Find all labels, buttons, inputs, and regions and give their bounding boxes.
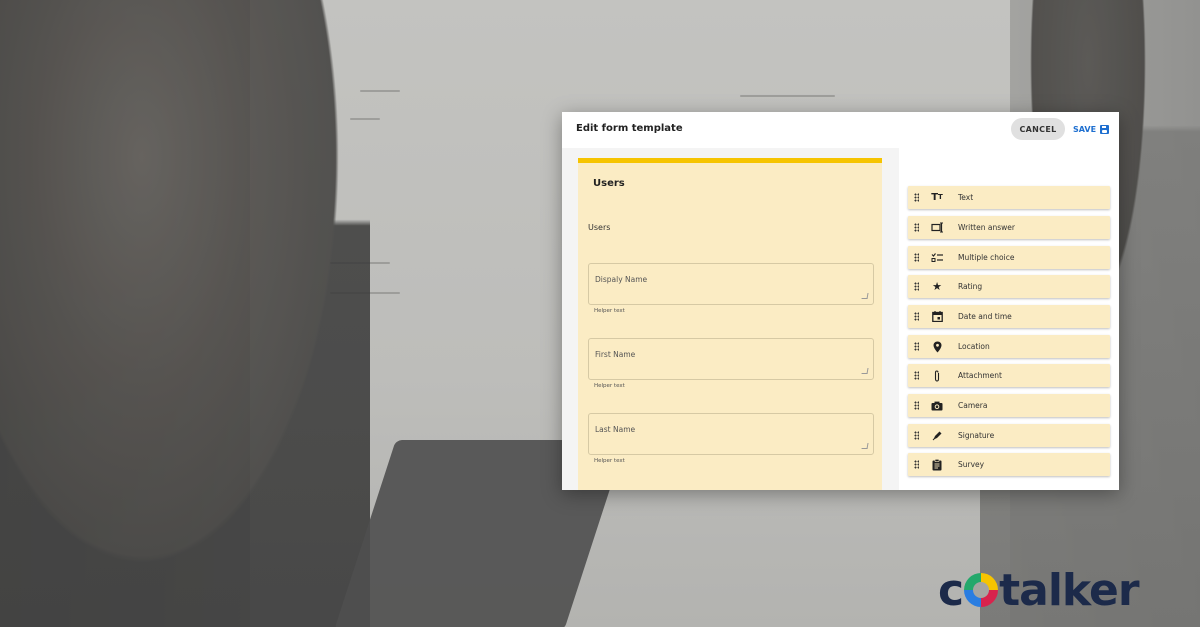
resize-handle-icon[interactable] xyxy=(861,293,869,299)
clipboard-icon xyxy=(930,458,944,471)
cotalker-logo: c talker xyxy=(938,560,1140,620)
palette-item-survey[interactable]: Survey xyxy=(908,453,1110,476)
resize-handle-icon[interactable] xyxy=(861,443,869,449)
text-icon: TT xyxy=(931,191,943,203)
field-palette: TT Text Written answer Multiple choice ★… xyxy=(899,148,1119,490)
palette-item-rating[interactable]: ★ Rating xyxy=(908,275,1110,298)
form-card-title: Users xyxy=(593,178,625,189)
multiple-choice-icon xyxy=(930,251,944,264)
section-label: Users xyxy=(588,223,611,232)
palette-item-text[interactable]: TT Text xyxy=(908,186,1110,209)
save-label: SAVE xyxy=(1073,124,1097,134)
star-icon: ★ xyxy=(932,280,942,293)
palette-item-label: Camera xyxy=(958,401,988,410)
palette-item-label: Location xyxy=(958,342,990,351)
whiteboard-scribble xyxy=(740,95,835,97)
drag-handle-icon[interactable] xyxy=(914,431,919,440)
palette-item-label: Text xyxy=(958,193,974,202)
palette-item-label: Written answer xyxy=(958,223,1015,232)
last-name-field[interactable]: Last Name xyxy=(588,413,874,455)
palette-item-label: Multiple choice xyxy=(958,253,1015,262)
form-preview-pane: Users Users Dispaly Name Helper text Fir… xyxy=(562,148,899,490)
drag-handle-icon[interactable] xyxy=(914,223,919,232)
drag-handle-icon[interactable] xyxy=(914,193,919,202)
helper-text: Helper text xyxy=(594,383,625,389)
field-label: First Name xyxy=(595,350,636,359)
drag-handle-icon[interactable] xyxy=(914,371,919,380)
palette-item-label: Survey xyxy=(958,460,985,469)
written-answer-icon xyxy=(930,221,944,234)
palette-item-label: Date and time xyxy=(958,312,1012,321)
drag-handle-icon[interactable] xyxy=(914,401,919,410)
form-card: Users Users Dispaly Name Helper text Fir… xyxy=(578,158,882,490)
helper-text: Helper text xyxy=(594,458,625,464)
drag-handle-icon[interactable] xyxy=(914,282,919,291)
location-pin-icon xyxy=(930,340,944,353)
helper-text: Helper text xyxy=(594,308,625,314)
palette-item-date-and-time[interactable]: Date and time xyxy=(908,305,1110,328)
palette-item-camera[interactable]: Camera xyxy=(908,394,1110,417)
palette-item-attachment[interactable]: Attachment xyxy=(908,364,1110,387)
palette-item-label: Attachment xyxy=(958,371,1002,380)
pen-icon xyxy=(930,429,944,442)
person-left xyxy=(0,0,370,627)
drag-handle-icon[interactable] xyxy=(914,253,919,262)
dialog-title: Edit form template xyxy=(576,123,683,134)
paperclip-icon xyxy=(930,369,944,382)
drag-handle-icon[interactable] xyxy=(914,342,919,351)
palette-item-label: Rating xyxy=(958,282,983,291)
palette-item-signature[interactable]: Signature xyxy=(908,424,1110,447)
save-button[interactable]: SAVE xyxy=(1073,122,1110,136)
palette-item-label: Signature xyxy=(958,431,995,440)
logo-text-prefix: c xyxy=(938,564,964,616)
drag-handle-icon[interactable] xyxy=(914,312,919,321)
drag-handle-icon[interactable] xyxy=(914,460,919,469)
calendar-icon xyxy=(930,310,944,323)
field-label: Dispaly Name xyxy=(595,275,648,284)
display-name-field[interactable]: Dispaly Name xyxy=(588,263,874,305)
palette-item-location[interactable]: Location xyxy=(908,335,1110,358)
first-name-field[interactable]: First Name xyxy=(588,338,874,380)
resize-handle-icon[interactable] xyxy=(861,368,869,374)
logo-text-suffix: talker xyxy=(999,564,1139,616)
edit-form-template-dialog: Edit form template CANCEL SAVE Users Use… xyxy=(562,112,1119,490)
dialog-header: Edit form template CANCEL SAVE xyxy=(562,112,1119,148)
logo-mark-icon xyxy=(964,573,999,607)
palette-item-multiple-choice[interactable]: Multiple choice xyxy=(908,246,1110,269)
camera-icon xyxy=(930,399,944,412)
palette-item-written-answer[interactable]: Written answer xyxy=(908,216,1110,239)
floppy-disk-icon xyxy=(1100,124,1110,134)
cancel-button[interactable]: CANCEL xyxy=(1011,118,1065,140)
field-label: Last Name xyxy=(595,425,636,434)
